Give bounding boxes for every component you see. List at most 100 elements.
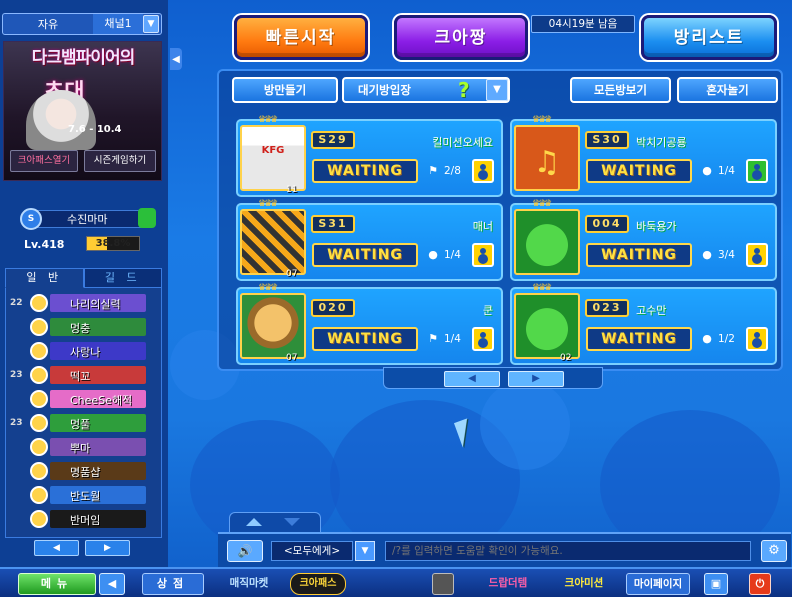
screenshot-icon[interactable] <box>432 573 454 595</box>
friend-list-item[interactable]: 멍충 <box>6 316 163 338</box>
crown-icon: ♛♛♛ <box>258 283 278 293</box>
make-room-button[interactable]: 방만들기 <box>232 77 338 103</box>
room-card[interactable]: ♛♛♛ ♫ S30 박치기공룡 WAITING ● 1/4 <box>510 115 777 197</box>
rank-badge-icon <box>30 486 48 504</box>
room-map-number: 07 <box>286 269 298 279</box>
friend-list-item[interactable]: 뿌마 <box>6 436 163 458</box>
chat-shrink-icon[interactable] <box>284 518 300 526</box>
map-thumbnail-label: KFG <box>261 145 285 156</box>
room-card[interactable]: ♛♛♛ 07 S31 매너 WAITING ● 1/4 <box>236 199 503 281</box>
room-title: 매너 <box>472 220 493 233</box>
chat-expand-icon[interactable] <box>246 518 262 526</box>
friend-name: 나리의실력 <box>70 298 121 311</box>
profile-name-box[interactable]: 수진마마 <box>26 210 154 228</box>
room-number: S30 <box>585 131 629 149</box>
friend-list-item[interactable]: 23 멍풀 <box>6 412 163 434</box>
menu-button[interactable]: 메뉴 <box>18 573 96 595</box>
shop-button[interactable]: 상점 <box>142 573 204 595</box>
event-banner[interactable]: 다크뱀파이어의 초대 7.6 - 10.4 크아패스열기 시즌게임하기 <box>3 41 162 181</box>
room-map-number: 07 <box>286 353 298 363</box>
friend-list: 22 나리의실력멍충 사랑나 23 떡꼬 CheeSe해적 23 멍풀 뿌마명품샵반도월반머임 <box>5 288 162 538</box>
drop-the-item-button[interactable]: 드랍더템 <box>476 573 540 595</box>
profile-name: 수진마마 <box>67 213 108 226</box>
friend-list-item[interactable]: 사랑나 <box>6 340 163 362</box>
room-status: WAITING <box>586 159 692 183</box>
friend-name: 명품샵 <box>70 466 101 479</box>
room-title: 바둑용가 <box>636 220 677 233</box>
channel-selector[interactable]: 자유 채널1 ▼ <box>2 13 162 35</box>
friend-list-item[interactable]: 반도월 <box>6 484 163 506</box>
friend-list-prev-button[interactable]: ◀ <box>34 540 79 556</box>
profile-level: Lv.418 <box>24 238 65 251</box>
room-card[interactable]: ♛♛♛ 004 바둑용가 WAITING ● 3/4 <box>510 199 777 281</box>
room-list-button[interactable]: 방리스트 <box>641 15 777 60</box>
room-number: 023 <box>585 299 629 317</box>
ghost-icon: ● <box>702 332 712 345</box>
crown-icon: ♛♛♛ <box>532 115 552 125</box>
map-thumbnail-label: ♫ <box>533 145 561 180</box>
friend-level: 22 <box>10 298 23 308</box>
exp-percent: 38.8% <box>95 238 131 249</box>
join-room-icon[interactable] <box>472 327 494 351</box>
season-game-button[interactable]: 시즌게임하기 <box>84 150 156 172</box>
channel-number: 채널1 <box>93 14 143 34</box>
map-thumbnail: 02 <box>514 293 580 363</box>
back-button[interactable]: ◀ <box>99 573 125 595</box>
ghost-icon: ● <box>702 164 712 177</box>
room-pager: ◀ ▶ <box>383 367 603 389</box>
crown-icon: ♛♛♛ <box>532 283 552 293</box>
friend-list-item[interactable]: 반머임 <box>6 508 163 530</box>
join-room-icon[interactable] <box>472 243 494 267</box>
friend-list-item[interactable]: CheeSe해적 <box>6 388 163 410</box>
rank-badge-icon <box>30 510 48 528</box>
kra-pass-button[interactable]: 크아패스 <box>290 573 346 595</box>
join-room-icon[interactable] <box>472 159 494 183</box>
room-card[interactable]: ♛♛♛ KFG 11 S29 킬미션오세요 WAITING ⚑ 2/8 <box>236 115 503 197</box>
play-solo-button[interactable]: 혼자놀기 <box>677 77 778 103</box>
rank-badge-icon <box>30 318 48 336</box>
chevron-down-icon[interactable]: ▼ <box>355 541 375 561</box>
chevron-down-icon[interactable]: ▼ <box>143 15 159 33</box>
room-next-page-button[interactable]: ▶ <box>508 371 564 387</box>
gear-icon[interactable]: ⚙ <box>761 540 787 562</box>
speaker-icon[interactable]: 🔊 <box>227 540 263 562</box>
save-icon[interactable]: ▣ <box>704 573 728 595</box>
room-card[interactable]: ♛♛♛ 07 020 쿤 WAITING ⚑ 1/4 <box>236 283 503 365</box>
quick-start-button[interactable]: 빠른시작 <box>234 15 368 60</box>
friend-list-item[interactable]: 22 나리의실력 <box>6 292 163 314</box>
open-pass-button[interactable]: 크아패스열기 <box>10 150 78 172</box>
ghost-icon: ● <box>702 248 712 261</box>
friend-name: 멍풀 <box>70 418 91 431</box>
crown-icon: ♛♛♛ <box>532 199 552 209</box>
flag-icon: ⚑ <box>428 332 438 345</box>
power-icon[interactable]: ⏻ <box>749 573 771 595</box>
enter-waiting-room-button[interactable]: 대기방입장 <box>342 77 510 103</box>
join-room-icon[interactable] <box>746 159 768 183</box>
rank-badge-icon <box>30 462 48 480</box>
view-all-rooms-button[interactable]: 모든방보기 <box>570 77 671 103</box>
chat-target-select[interactable]: <모두에게> <box>271 541 353 561</box>
friend-list-next-button[interactable]: ▶ <box>85 540 130 556</box>
join-room-icon[interactable] <box>746 327 768 351</box>
friend-name: 반머임 <box>70 514 101 527</box>
room-title: 고수만 <box>636 304 667 317</box>
magic-market-button[interactable]: 매직마켓 <box>216 573 282 595</box>
room-card[interactable]: ♛♛♛ 02 023 고수만 WAITING ● 1/2 <box>510 283 777 365</box>
krang-button[interactable]: 크아짱 <box>394 15 528 60</box>
chevron-down-icon[interactable]: ▼ <box>486 79 508 101</box>
tab-general[interactable]: 일 반 <box>5 268 84 288</box>
room-map-number: 11 <box>286 185 298 195</box>
chat-input[interactable] <box>385 541 751 561</box>
collapse-left-panel-button[interactable]: ◀ <box>170 48 182 70</box>
room-player-count: 1/4 <box>718 165 735 177</box>
join-room-icon[interactable] <box>746 243 768 267</box>
kra-mission-button[interactable]: 크아미션 <box>552 573 616 595</box>
room-player-count: 2/8 <box>444 165 461 177</box>
friend-list-item[interactable]: 23 떡꼬 <box>6 364 163 386</box>
banner-title: 다크뱀파이어의 <box>31 48 135 68</box>
room-status: WAITING <box>312 243 418 267</box>
my-page-button[interactable]: 마이페이지 <box>626 573 690 595</box>
friend-list-item[interactable]: 명품샵 <box>6 460 163 482</box>
tab-guild[interactable]: 길 드 <box>83 268 162 288</box>
room-prev-page-button[interactable]: ◀ <box>444 371 500 387</box>
